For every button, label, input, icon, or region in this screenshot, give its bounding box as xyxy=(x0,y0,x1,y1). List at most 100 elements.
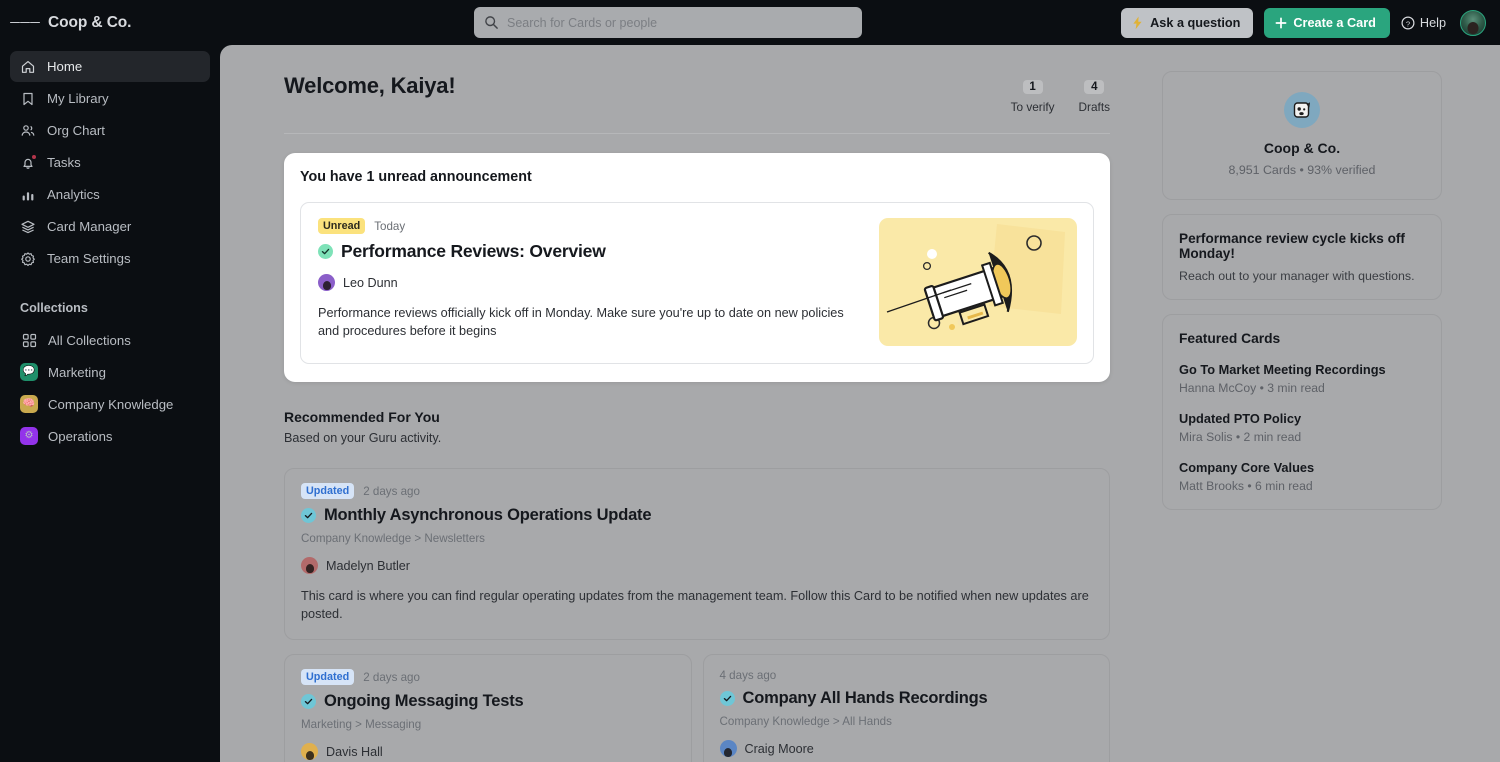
recommended-card-1[interactable]: Updated 2 days ago Monthly Asynchronous … xyxy=(284,468,1110,640)
sidebar-item-label: Marketing xyxy=(48,365,106,380)
search-input[interactable] xyxy=(507,16,852,30)
people-icon xyxy=(20,123,36,139)
author-name: Leo Dunn xyxy=(343,276,398,290)
top-bar: Coop & Co. Ask a question Create a Ca xyxy=(0,0,1500,45)
verified-check-icon xyxy=(318,244,333,259)
counter-value: 4 xyxy=(1084,80,1104,94)
featured-meta: Matt Brooks • 6 min read xyxy=(1179,479,1425,493)
card-title[interactable]: Monthly Asynchronous Operations Update xyxy=(324,506,651,525)
sidebar-item-label: Analytics xyxy=(47,187,100,202)
author-row: Leo Dunn xyxy=(318,274,865,291)
bookmark-icon xyxy=(20,91,36,107)
author-row: Madelyn Butler xyxy=(301,557,1093,574)
card-meta: Updated 2 days ago xyxy=(301,669,675,685)
brain-icon: 🧠 xyxy=(20,395,38,413)
announcement-card[interactable]: Unread Today Performance Reviews: Overvi… xyxy=(300,202,1094,364)
recommended-card-3[interactable]: 4 days ago Company All Hands Recordings … xyxy=(703,654,1111,762)
featured-meta: Hanna McCoy • 3 min read xyxy=(1179,381,1425,395)
sidebar-item-team-settings[interactable]: Team Settings xyxy=(10,243,210,274)
announcement-title[interactable]: Performance Reviews: Overview xyxy=(341,241,606,262)
notice-heading: Performance review cycle kicks off Monda… xyxy=(1179,231,1425,261)
sidebar-item-org-chart[interactable]: Org Chart xyxy=(10,115,210,146)
card-title[interactable]: Ongoing Messaging Tests xyxy=(324,692,524,711)
featured-heading: Featured Cards xyxy=(1179,331,1425,346)
sidebar-item-all-collections[interactable]: All Collections xyxy=(10,324,210,356)
author-name: Craig Moore xyxy=(745,742,814,756)
collections-section-label: Collections xyxy=(10,301,210,315)
timestamp: 2 days ago xyxy=(363,485,420,498)
sidebar-item-operations[interactable]: ⚙ Operations xyxy=(10,420,210,452)
lightning-bolt-icon xyxy=(1131,16,1144,30)
sidebar-item-label: Company Knowledge xyxy=(48,397,173,412)
search-bar[interactable] xyxy=(474,7,862,38)
verified-check-icon xyxy=(720,691,735,706)
hamburger-icon[interactable] xyxy=(10,8,40,38)
create-a-card-label: Create a Card xyxy=(1293,16,1376,30)
announcement-meta: Unread Today xyxy=(318,218,865,234)
status-badge: Updated xyxy=(301,669,354,685)
brand-title: Coop & Co. xyxy=(48,14,131,32)
sidebar-item-label: My Library xyxy=(47,91,109,106)
counter-value: 1 xyxy=(1023,80,1043,94)
counter-label: To verify xyxy=(1011,100,1055,114)
featured-item[interactable]: Updated PTO Policy Mira Solis • 2 min re… xyxy=(1179,411,1425,444)
sidebar-item-home[interactable]: Home xyxy=(10,51,210,82)
card-description: This card is where you can find regular … xyxy=(301,587,1093,623)
announcement-title-row: Performance Reviews: Overview xyxy=(318,241,865,262)
page-title: Welcome, Kaiya! xyxy=(284,73,455,99)
sidebar-item-label: Org Chart xyxy=(47,123,105,138)
sidebar-item-company-knowledge[interactable]: 🧠 Company Knowledge xyxy=(10,388,210,420)
card-title-row: Monthly Asynchronous Operations Update xyxy=(301,506,1093,525)
sidebar-item-analytics[interactable]: Analytics xyxy=(10,179,210,210)
featured-cards-panel: Featured Cards Go To Market Meeting Reco… xyxy=(1162,314,1442,510)
card-meta: 4 days ago xyxy=(720,669,1094,682)
top-bar-actions: Ask a question Create a Card ? Help xyxy=(1121,8,1486,38)
sidebar-item-marketing[interactable]: 💬 Marketing xyxy=(10,356,210,388)
counter-to-verify[interactable]: 1 To verify xyxy=(1011,77,1055,114)
recommended-card-2[interactable]: Updated 2 days ago Ongoing Messaging Tes… xyxy=(284,654,692,762)
featured-title[interactable]: Go To Market Meeting Recordings xyxy=(1179,362,1425,377)
sidebar-item-label: Home xyxy=(47,59,82,74)
main-canvas: Welcome, Kaiya! 1 To verify 4 Drafts xyxy=(220,45,1500,762)
featured-item[interactable]: Go To Market Meeting Recordings Hanna Mc… xyxy=(1179,362,1425,395)
author-row: Davis Hall xyxy=(301,743,675,760)
breadcrumb: Marketing > Messaging xyxy=(301,718,675,731)
counter-label: Drafts xyxy=(1079,100,1110,114)
featured-title[interactable]: Company Core Values xyxy=(1179,460,1425,475)
announcement-panel: You have 1 unread announcement Unread To… xyxy=(284,153,1110,382)
featured-item[interactable]: Company Core Values Matt Brooks • 6 min … xyxy=(1179,460,1425,493)
timestamp: 4 days ago xyxy=(720,669,777,682)
sidebar-item-label: Card Manager xyxy=(47,219,131,234)
card-meta: Updated 2 days ago xyxy=(301,483,1093,499)
help-button[interactable]: ? Help xyxy=(1401,16,1446,30)
sidebar-item-label: Tasks xyxy=(47,155,81,170)
ask-a-question-label: Ask a question xyxy=(1150,16,1240,30)
tasks-notification-dot xyxy=(31,154,37,160)
author-name: Davis Hall xyxy=(326,745,383,759)
verified-check-icon xyxy=(301,508,316,523)
bar-chart-icon xyxy=(20,187,36,203)
avatar xyxy=(301,557,318,574)
sidebar-item-card-manager[interactable]: Card Manager xyxy=(10,211,210,242)
sidebar-item-my-library[interactable]: My Library xyxy=(10,83,210,114)
breadcrumb: Company Knowledge > All Hands xyxy=(720,715,1094,728)
avatar xyxy=(318,274,335,291)
card-title[interactable]: Company All Hands Recordings xyxy=(743,689,988,708)
sidebar-item-label: All Collections xyxy=(48,333,131,348)
user-avatar[interactable] xyxy=(1460,10,1486,36)
featured-meta: Mira Solis • 2 min read xyxy=(1179,430,1425,444)
sidebar-item-label: Team Settings xyxy=(47,251,131,266)
avatar xyxy=(720,740,737,757)
create-a-card-button[interactable]: Create a Card xyxy=(1264,8,1390,38)
verified-check-icon xyxy=(301,694,316,709)
question-circle-icon: ? xyxy=(1401,16,1415,30)
featured-title[interactable]: Updated PTO Policy xyxy=(1179,411,1425,426)
help-label: Help xyxy=(1420,16,1446,30)
status-badge: Updated xyxy=(301,483,354,499)
sidebar-item-tasks[interactable]: Tasks xyxy=(10,147,210,178)
recommended-subheading: Based on your Guru activity. xyxy=(284,431,1110,445)
counter-drafts[interactable]: 4 Drafts xyxy=(1079,77,1110,114)
counters: 1 To verify 4 Drafts xyxy=(1011,73,1110,114)
ask-a-question-button[interactable]: Ask a question xyxy=(1121,8,1253,38)
timestamp: 2 days ago xyxy=(363,671,420,684)
